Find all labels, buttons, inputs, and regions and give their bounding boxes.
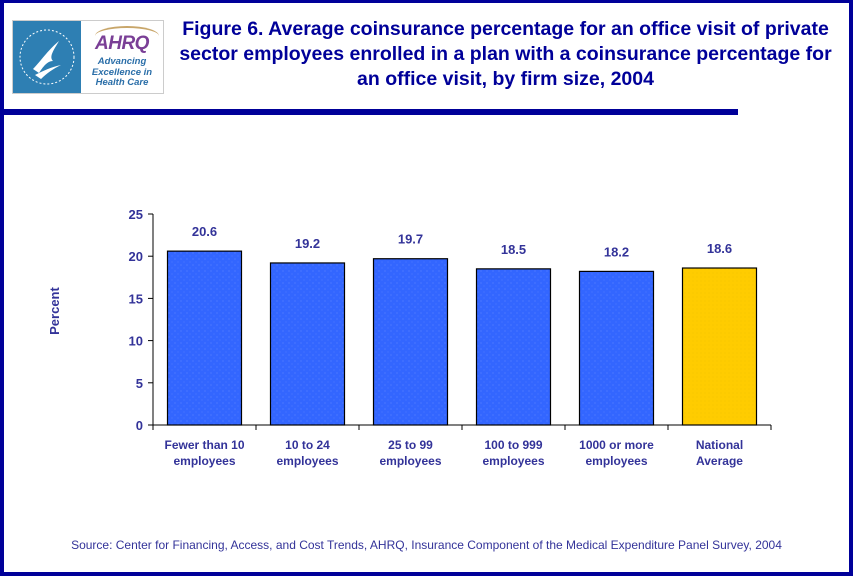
x-tick-label: employees	[173, 454, 235, 468]
bar-chart: 0 5 10 15 20 25 20.6 Fewer than 10 employees 19.2…	[129, 207, 772, 468]
bar	[578, 270, 655, 426]
x-tick-label: Fewer than 10	[164, 438, 244, 452]
y-tick-label: 25	[129, 207, 143, 222]
y-tick-label: 0	[136, 418, 143, 433]
x-tick-label: employees	[482, 454, 544, 468]
bar	[269, 262, 346, 426]
data-label: 19.7	[398, 232, 423, 247]
x-tick-label: employees	[379, 454, 441, 468]
bar	[166, 250, 243, 426]
data-label: 19.2	[295, 236, 320, 251]
bar	[372, 258, 449, 426]
bar-national-average	[681, 267, 758, 426]
bar	[475, 268, 552, 426]
x-tick-label: 100 to 999	[484, 438, 542, 452]
source-note: Source: Center for Financing, Access, an…	[71, 538, 782, 552]
x-tick-label: 25 to 99	[388, 438, 433, 452]
x-tick-label: employees	[276, 454, 338, 468]
data-label: 18.6	[707, 241, 732, 256]
data-label: 18.5	[501, 242, 526, 257]
x-tick-label: employees	[585, 454, 647, 468]
y-tick-label: 10	[129, 334, 143, 349]
y-tick-label: 5	[136, 376, 143, 391]
x-tick-label: 10 to 24	[285, 438, 330, 452]
x-tick-label: Average	[696, 454, 743, 468]
x-tick-label: National	[696, 438, 743, 452]
data-label: 18.2	[604, 244, 629, 259]
x-tick-label: 1000 or more	[579, 438, 654, 452]
y-tick-label: 20	[129, 249, 143, 264]
data-label: 20.6	[192, 224, 217, 239]
y-tick-label: 15	[129, 291, 143, 306]
